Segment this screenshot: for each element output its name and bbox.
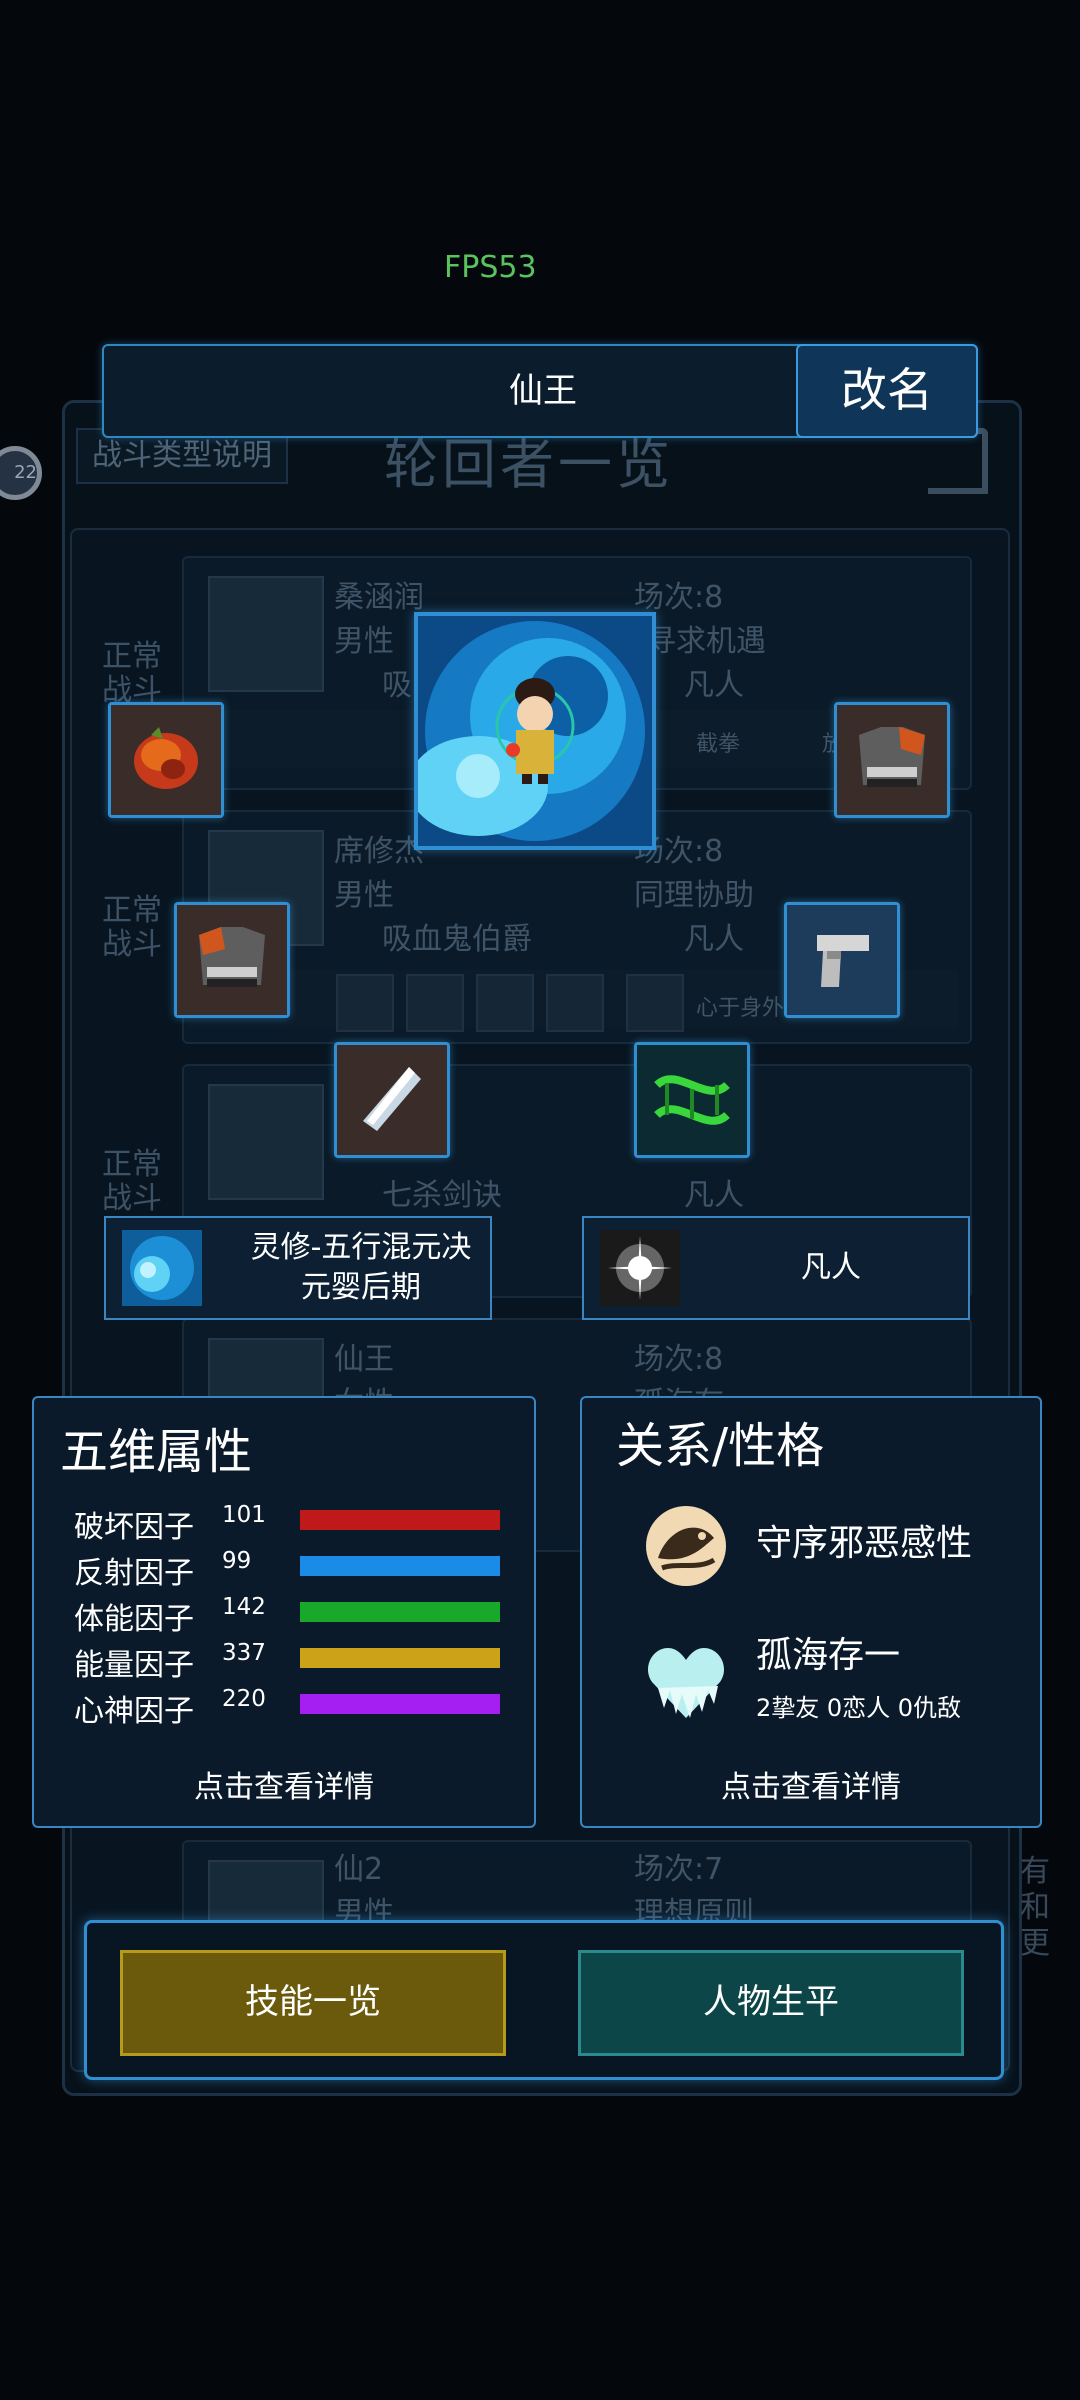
stat-value-stamina: 142	[222, 1594, 266, 1620]
row-side-label: 正常 战斗	[102, 1147, 162, 1216]
cultivation-method-panel[interactable]: 灵修-五行混元决 元婴后期	[104, 1216, 492, 1320]
row-matches: 场次:7	[634, 1852, 724, 1887]
row-matches: 场次:8	[634, 580, 724, 615]
row-skill: 吸	[382, 668, 412, 703]
attributes-detail-link[interactable]: 点击查看详情	[34, 1762, 534, 1806]
row-skill-slot	[406, 974, 464, 1032]
stat-bar-stamina	[300, 1602, 500, 1622]
cultivation-method: 灵修-五行混元决	[250, 1230, 472, 1265]
relation-status-title: 孤海存一	[756, 1635, 901, 1676]
attributes-title: 五维属性	[60, 1424, 253, 1480]
row-realm: 凡人	[684, 1178, 744, 1213]
row-tag: 心于身外	[696, 996, 785, 1021]
row-trait: 寻求机遇	[646, 624, 766, 659]
row-gender: 男性	[334, 878, 394, 913]
stat-value-energy: 337	[222, 1640, 266, 1666]
row-name: 席修杰	[334, 834, 424, 869]
row-gender: 男性	[334, 624, 394, 659]
stat-bar-mind	[300, 1694, 500, 1714]
row-matches: 场次:8	[634, 1342, 724, 1377]
crystal-item-icon	[337, 1045, 447, 1155]
side-circle-badge: 22	[0, 446, 42, 500]
avatar	[208, 576, 324, 692]
row-side-label: 正常 战斗	[102, 639, 162, 708]
row-name: 桑涵润	[334, 580, 424, 615]
skills-list-button[interactable]: 技能一览	[120, 1950, 506, 2056]
row-tag: 截拳	[696, 732, 741, 757]
body-realm: 凡人	[801, 1250, 861, 1285]
stat-label-stamina: 体能因子	[74, 1602, 194, 1637]
stat-bar-energy	[300, 1648, 500, 1668]
stat-value-mind: 220	[222, 1686, 266, 1712]
row-trait: 同理协助	[634, 878, 754, 913]
five-attributes-card[interactable]: 五维属性 破坏因子 101 反射因子 99 体能因子 142 能量因子 337 …	[32, 1396, 536, 1828]
rename-button[interactable]: 改名	[796, 344, 978, 438]
equip-slot-left-top[interactable]	[108, 702, 224, 818]
stat-label-energy: 能量因子	[74, 1648, 194, 1683]
row-side-label: 正常 战斗	[102, 893, 162, 962]
character-biography-button[interactable]: 人物生平	[578, 1950, 964, 2056]
light-burst-icon	[600, 1230, 680, 1306]
personality-label: 守序邪恶感性	[756, 1523, 973, 1564]
right-edge-text: 有 和 更	[1020, 1854, 1050, 1961]
row-name: 仙王	[334, 1342, 394, 1377]
row-realm: 凡人	[684, 922, 744, 957]
equip-slot-right-top[interactable]	[834, 702, 950, 818]
character-sprite-icon	[418, 616, 652, 846]
row-realm: 凡人	[684, 668, 744, 703]
row-skill: 吸血鬼伯爵	[382, 922, 532, 957]
stat-bar-destruction	[300, 1510, 500, 1530]
row-skill: 七杀剑诀	[382, 1178, 502, 1213]
row-skill-slot	[546, 974, 604, 1032]
fps-counter: FPS53	[444, 250, 537, 285]
avatar	[208, 1084, 324, 1200]
equip-slot-center-left[interactable]	[334, 1042, 450, 1158]
cultivation-stage: 元婴后期	[301, 1270, 421, 1305]
dna-item-icon	[637, 1045, 747, 1155]
stat-value-reflex: 99	[222, 1548, 252, 1574]
relation-counts: 2挚友 0恋人 0仇敌	[756, 1694, 962, 1722]
relation-personality-card[interactable]: 关系/性格 守序邪恶感性 孤海存一 2挚友 0恋人 0仇敌 点击查看详情	[580, 1396, 1042, 1828]
stat-value-destruction: 101	[222, 1502, 266, 1528]
row-skill-slot	[336, 974, 394, 1032]
equip-slot-left-mid[interactable]	[174, 902, 290, 1018]
row-skill-slot	[476, 974, 534, 1032]
equip-slot-right-mid[interactable]	[784, 902, 900, 1018]
stat-label-mind: 心神因子	[74, 1694, 194, 1729]
relation-title: 关系/性格	[616, 1418, 825, 1474]
water-swirl-icon	[122, 1230, 202, 1306]
pistol-item-icon	[787, 905, 897, 1015]
stat-bar-reflex	[300, 1556, 500, 1576]
armor-item-icon	[177, 905, 287, 1015]
stat-label-reflex: 反射因子	[74, 1556, 194, 1591]
row-skill-slot	[626, 974, 684, 1032]
meat-item-icon	[111, 705, 221, 815]
row-name: 仙2	[334, 1852, 384, 1887]
stat-label-destruction: 破坏因子	[74, 1510, 194, 1545]
equip-slot-center-right[interactable]	[634, 1042, 750, 1158]
character-portrait[interactable]	[414, 612, 656, 850]
frozen-heart-icon	[647, 1648, 725, 1718]
fish-emblem-icon	[646, 1506, 726, 1586]
armor-item-icon	[837, 705, 947, 815]
body-realm-panel[interactable]: 凡人	[582, 1216, 970, 1320]
relation-detail-link[interactable]: 点击查看详情	[582, 1762, 1040, 1806]
